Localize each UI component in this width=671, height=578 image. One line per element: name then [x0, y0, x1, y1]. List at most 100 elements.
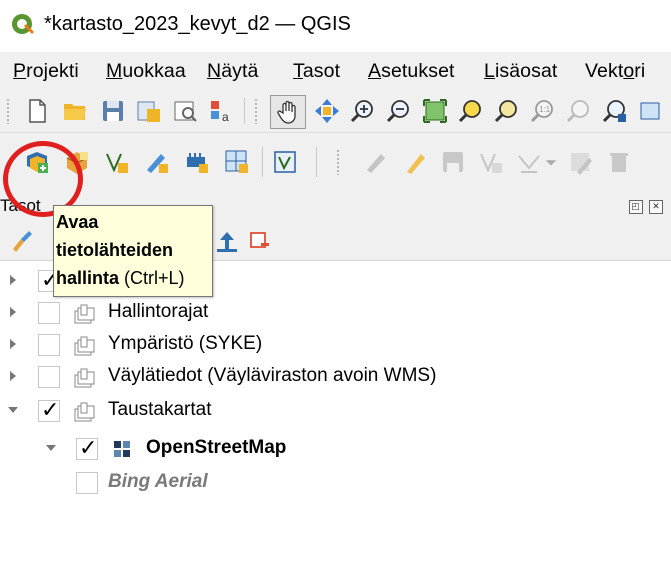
remove-layer-button[interactable] — [244, 226, 274, 256]
modify-attributes-button[interactable] — [566, 147, 596, 177]
group-folder-icon — [74, 304, 95, 324]
layer-label: Taustakartat — [108, 399, 212, 420]
virtual-layer-button[interactable] — [182, 147, 212, 177]
tooltip: Avaa tietolähteiden hallinta (Ctrl+L) — [53, 205, 213, 297]
zoom-selection-icon — [458, 100, 481, 123]
move-up-button[interactable] — [212, 226, 242, 256]
toolbar-separator — [262, 147, 263, 177]
raster-tile-icon — [114, 441, 130, 457]
menu-muokkaa[interactable]: Muokkaa — [106, 60, 186, 83]
layer-group-row[interactable]: Hallintorajat — [0, 297, 671, 329]
zoom-next-icon — [602, 100, 626, 123]
toolbar-grip[interactable] — [254, 98, 258, 124]
layer-tree: Hallintorajat Ympäristö (SYKE) Väylätied… — [0, 261, 671, 578]
menu-vektori[interactable]: Vektori — [585, 60, 645, 83]
zoom-out-button[interactable] — [384, 96, 414, 126]
current-edits-button[interactable] — [362, 147, 392, 177]
chevron-right-icon[interactable] — [6, 337, 20, 351]
trash-icon — [610, 153, 628, 172]
temporary-layer-button[interactable] — [270, 147, 300, 177]
temporary-vector-icon — [274, 151, 296, 173]
style-manager-button[interactable]: a — [206, 96, 236, 126]
float-panel-button[interactable]: ◰ — [628, 200, 643, 214]
zoom-to-selection-button[interactable] — [456, 96, 486, 126]
pan-arrows-icon — [315, 99, 339, 123]
layer-checkbox[interactable] — [76, 435, 98, 461]
layer-group-row[interactable]: Väylätiedot (Väyläviraston avoin WMS) — [0, 361, 671, 393]
pencil-icon — [147, 154, 168, 173]
edits-icon — [367, 154, 385, 173]
chevron-right-icon[interactable] — [6, 305, 20, 319]
zoom-last-icon — [566, 100, 589, 123]
toggle-editing-button[interactable] — [400, 147, 430, 177]
new-project-button[interactable] — [22, 96, 52, 126]
zoom-native-icon: 1:1 — [530, 100, 553, 123]
layer-group-row[interactable]: Taustakartat — [0, 395, 671, 427]
open-project-button[interactable] — [60, 96, 90, 126]
chevron-right-icon[interactable] — [6, 273, 20, 287]
chevron-down-icon[interactable] — [44, 441, 58, 455]
chevron-right-icon[interactable] — [6, 369, 20, 383]
new-map-view-button[interactable] — [636, 96, 666, 126]
save-as-button[interactable] — [134, 96, 164, 126]
style-layer-button[interactable] — [6, 226, 36, 256]
toolbar-grip[interactable] — [6, 98, 10, 124]
toolbar-separator — [316, 147, 317, 177]
add-feature-button[interactable] — [476, 147, 506, 177]
layer-toolbar — [0, 133, 671, 191]
paint-brush-icon — [13, 231, 32, 252]
pan-map-button[interactable] — [270, 95, 306, 129]
grid-icon — [225, 150, 248, 173]
save-project-button[interactable] — [98, 96, 128, 126]
zoom-full-icon — [423, 99, 447, 123]
menu-projekti[interactable]: Projekti — [13, 60, 79, 83]
menu-tasot[interactable]: Tasot — [293, 60, 340, 83]
style-manager-icon: a — [211, 101, 229, 124]
layer-checkbox[interactable] — [38, 366, 60, 388]
layer-row[interactable]: OpenStreetMap — [0, 433, 671, 465]
layer-checkbox[interactable] — [38, 334, 60, 356]
close-panel-button[interactable]: ✕ — [649, 200, 663, 214]
layer-row[interactable]: Bing Aerial — [0, 467, 671, 499]
layer-checkbox[interactable] — [76, 472, 98, 494]
tooltip-line1: Avaa — [56, 212, 99, 232]
remove-layer-icon — [250, 232, 269, 248]
zoom-in-button[interactable] — [348, 96, 378, 126]
print-layout-icon — [174, 101, 197, 122]
zoom-out-icon — [386, 100, 409, 123]
layer-group-row[interactable]: Ympäristö (SYKE) — [0, 329, 671, 361]
save-edits-button[interactable] — [438, 147, 468, 177]
chevron-down-icon[interactable] — [6, 403, 20, 417]
window-title: *kartasto_2023_kevyt_d2 — QGIS — [44, 13, 351, 35]
delete-selected-button[interactable] — [604, 147, 634, 177]
tooltip-line3-bold: hallinta — [56, 268, 120, 288]
vertex-tool-button[interactable] — [514, 147, 544, 177]
zoom-last-button[interactable] — [564, 96, 594, 126]
folder-icon — [64, 104, 86, 120]
menu-lisaosat[interactable]: Lisäosat — [484, 60, 557, 83]
project-toolbar: a 1:1 — [0, 90, 671, 133]
toolbar-grip[interactable] — [336, 149, 340, 175]
group-folder-icon — [74, 402, 95, 422]
mesh-layer-button[interactable] — [222, 147, 252, 177]
zoom-next-button[interactable] — [600, 96, 630, 126]
pan-to-selection-button[interactable] — [312, 96, 342, 126]
layer-label: OpenStreetMap — [146, 437, 287, 458]
vertex-tool-dropdown[interactable] — [542, 147, 560, 177]
group-folder-icon — [74, 368, 95, 388]
layer-checkbox[interactable] — [38, 397, 60, 423]
print-layout-button[interactable] — [170, 96, 200, 126]
tooltip-line2: tietolähteiden — [56, 240, 174, 260]
zoom-full-button[interactable] — [420, 96, 450, 126]
zoom-native-button[interactable]: 1:1 — [528, 96, 558, 126]
zoom-to-layer-button[interactable] — [492, 96, 522, 126]
digitize-button[interactable] — [102, 147, 132, 177]
layer-label: Väylätiedot (Väyläviraston avoin WMS) — [108, 365, 437, 386]
layer-checkbox[interactable] — [38, 302, 60, 324]
menu-asetukset[interactable]: Asetukset — [368, 60, 455, 83]
edit-pencil-button[interactable] — [142, 147, 172, 177]
vertex-icon — [106, 153, 128, 173]
menu-nayta[interactable]: Näytä — [207, 60, 258, 83]
save-icon — [103, 101, 123, 121]
qgis-logo-icon — [12, 14, 34, 34]
